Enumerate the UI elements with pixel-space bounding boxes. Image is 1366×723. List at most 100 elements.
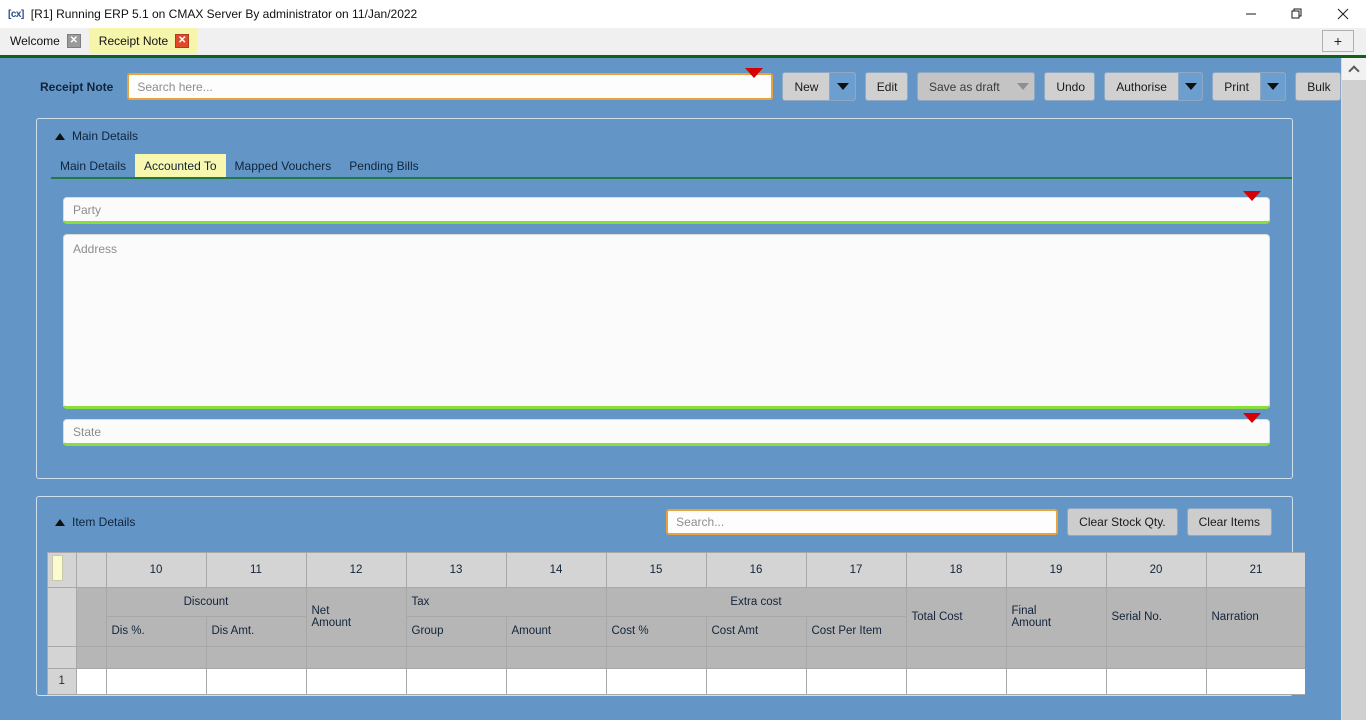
- grid-colnum-19[interactable]: 19: [1006, 553, 1107, 588]
- grid-group-tax[interactable]: Tax: [406, 587, 607, 617]
- vertical-scrollbar[interactable]: [1341, 58, 1366, 720]
- authorise-button[interactable]: Authorise: [1104, 72, 1204, 101]
- grid-subheader-group[interactable]: Group: [406, 616, 507, 647]
- application-body: Receipt Note Search here... New Edit Sav…: [0, 58, 1366, 720]
- clear-items-button[interactable]: Clear Items: [1186, 508, 1272, 536]
- grid-colnum-13[interactable]: 13: [406, 553, 507, 588]
- chevron-down-icon[interactable]: [1010, 73, 1035, 100]
- grid-filter-cell[interactable]: [906, 646, 1007, 669]
- grid-cell[interactable]: [906, 668, 1007, 695]
- grid-filter-cell[interactable]: [1206, 646, 1305, 669]
- grid-cell[interactable]: [706, 668, 807, 695]
- grid-filter-cell[interactable]: [1006, 646, 1107, 669]
- grid-filter-cell[interactable]: [606, 646, 707, 669]
- grid-subheader-cost-pct[interactable]: Cost %: [606, 616, 707, 647]
- grid-colnum-10[interactable]: 10: [106, 553, 207, 588]
- chevron-down-icon[interactable]: [1243, 412, 1261, 441]
- grid-subheader-cost-per-item[interactable]: Cost Per Item: [806, 616, 907, 647]
- minimize-button[interactable]: [1228, 0, 1274, 28]
- main-details-subtabs: Main Details Accounted To Mapped Voucher…: [51, 154, 1292, 179]
- grid-colnum-21[interactable]: 21: [1206, 553, 1305, 588]
- scroll-up-arrow-icon[interactable]: [1342, 58, 1366, 80]
- undo-button[interactable]: Undo: [1044, 72, 1096, 101]
- grid-group-net-amount[interactable]: Net Amount: [306, 587, 407, 647]
- close-button[interactable]: [1320, 0, 1366, 28]
- new-button-label: New: [794, 79, 819, 94]
- grid-cell[interactable]: [1106, 668, 1207, 695]
- grid-group-discount[interactable]: Discount: [106, 587, 307, 617]
- grid-group-serial-no[interactable]: Serial No.: [1106, 587, 1207, 647]
- grid-filter-cell[interactable]: [406, 646, 507, 669]
- grid-colnum-18[interactable]: 18: [906, 553, 1007, 588]
- edit-button[interactable]: Edit: [864, 72, 908, 101]
- grid-cell[interactable]: [76, 668, 107, 695]
- table-row[interactable]: 1: [48, 668, 1305, 695]
- grid-subheader-dis-amt[interactable]: Dis Amt.: [206, 616, 307, 647]
- maximize-restore-button[interactable]: [1274, 0, 1320, 28]
- grid-cell[interactable]: [1006, 668, 1107, 695]
- grid-cell[interactable]: [206, 668, 307, 695]
- grid-filter-cell[interactable]: [306, 646, 407, 669]
- party-field[interactable]: Party: [63, 190, 1270, 224]
- tab-receipt-note[interactable]: Receipt Note ✕: [88, 28, 198, 54]
- grid-filter-cell[interactable]: [106, 646, 207, 669]
- grid-group-final-amount[interactable]: Final Amount: [1006, 587, 1107, 647]
- collapse-caret-icon[interactable]: [55, 518, 65, 526]
- grid-filter-cell[interactable]: [206, 646, 307, 669]
- subtab-main-details[interactable]: Main Details: [51, 154, 135, 177]
- grid-subheader-dis-pct[interactable]: Dis %.: [106, 616, 207, 647]
- print-button[interactable]: Print: [1212, 72, 1287, 101]
- grid-cell[interactable]: [806, 668, 907, 695]
- close-icon[interactable]: ✕: [66, 34, 81, 48]
- grid-corner-cell[interactable]: [48, 553, 77, 588]
- grid-colnum-15[interactable]: 15: [606, 553, 707, 588]
- add-tab-button[interactable]: +: [1322, 30, 1354, 52]
- print-button-label: Print: [1224, 79, 1249, 94]
- grid-cell[interactable]: [606, 668, 707, 695]
- grid-cell[interactable]: [406, 668, 507, 695]
- grid-colnum-12[interactable]: 12: [306, 553, 407, 588]
- chevron-down-icon[interactable]: [1259, 73, 1286, 100]
- chevron-down-icon[interactable]: [1177, 73, 1203, 100]
- chevron-down-icon[interactable]: [745, 67, 764, 96]
- grid-colnum-17[interactable]: 17: [806, 553, 907, 588]
- subtab-pending-bills[interactable]: Pending Bills: [340, 154, 427, 177]
- grid-filter-cell[interactable]: [506, 646, 607, 669]
- address-field[interactable]: Address: [63, 234, 1270, 409]
- grid-colnum-20[interactable]: 20: [1106, 553, 1207, 588]
- grid-filter-cell[interactable]: [806, 646, 907, 669]
- grid-cell[interactable]: [106, 668, 207, 695]
- clear-stock-qty-button[interactable]: Clear Stock Qty.: [1067, 508, 1178, 536]
- grid-filter-cell[interactable]: [706, 646, 807, 669]
- collapse-caret-icon[interactable]: [55, 132, 65, 140]
- grid-filter-cell[interactable]: [76, 646, 107, 669]
- grid-group-total-cost[interactable]: Total Cost: [906, 587, 1007, 647]
- grid-cell[interactable]: [306, 668, 407, 695]
- grid-cell[interactable]: [1206, 668, 1305, 695]
- grid-subheader-cost-amt[interactable]: Cost Amt: [706, 616, 807, 647]
- grid-colnum-14[interactable]: 14: [506, 553, 607, 588]
- chevron-down-icon[interactable]: [829, 73, 855, 100]
- grid-cell[interactable]: [506, 668, 607, 695]
- subtab-mapped-vouchers[interactable]: Mapped Vouchers: [226, 154, 341, 177]
- close-icon[interactable]: ✕: [175, 34, 190, 48]
- subtab-accounted-to[interactable]: Accounted To: [135, 154, 226, 177]
- main-details-header[interactable]: Main Details: [37, 119, 1292, 143]
- grid-group-extra-cost[interactable]: Extra cost: [606, 587, 907, 617]
- record-search-box[interactable]: Search here...: [127, 67, 774, 100]
- save-as-draft-button[interactable]: Save as draft: [916, 72, 1036, 101]
- grid-subheader-amount[interactable]: Amount: [506, 616, 607, 647]
- item-search-input[interactable]: Search...: [666, 509, 1059, 535]
- grid-colnum-11[interactable]: 11: [206, 553, 307, 588]
- scrollbar-track[interactable]: [1342, 80, 1366, 720]
- grid-filter-cell[interactable]: [1106, 646, 1207, 669]
- bulk-button[interactable]: Bulk: [1295, 72, 1341, 101]
- grid-colnum-16[interactable]: 16: [706, 553, 807, 588]
- grid-group-narration[interactable]: Narration: [1206, 587, 1305, 647]
- state-field[interactable]: State: [63, 412, 1270, 446]
- module-label: Receipt Note: [40, 79, 114, 94]
- chevron-down-icon[interactable]: [1243, 190, 1261, 219]
- tab-welcome[interactable]: Welcome ✕: [0, 28, 89, 54]
- new-button[interactable]: New: [782, 72, 856, 101]
- item-grid[interactable]: 10 11 12 13 14 15 16 17 18 19 20 21 Disc…: [47, 552, 1305, 695]
